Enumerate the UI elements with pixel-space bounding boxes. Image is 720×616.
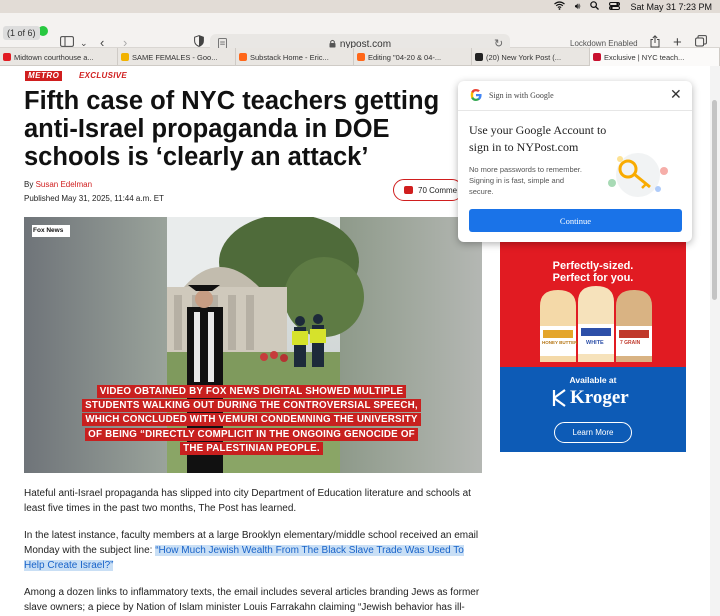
tab-favicon-icon	[3, 53, 11, 61]
section-tag[interactable]: METRO	[25, 71, 63, 81]
tab-label: Exclusive | NYC teach...	[604, 52, 685, 62]
byline-prefix: By	[24, 180, 36, 189]
menubar-datetime[interactable]: Sat May 31 7:23 PM	[630, 2, 712, 12]
article-headline: Fifth case of NYC teachers getting anti-…	[24, 87, 440, 171]
popup-heading: Use your Google Account to sign in to NY…	[469, 123, 607, 154]
kroger-icon	[552, 388, 568, 413]
tab-favicon-icon	[475, 53, 483, 61]
bread-label-grain: 7 GRAIN	[620, 340, 641, 346]
tab-label: SAME FEMALES - Goo...	[132, 52, 218, 62]
wifi-icon[interactable]	[553, 1, 565, 12]
comment-icon	[404, 186, 413, 194]
close-icon[interactable]: ✕	[670, 86, 682, 102]
article-paragraph-1: Hateful anti-Israel propaganda has slipp…	[24, 488, 471, 514]
tab-favicon-icon	[357, 53, 365, 61]
kroger-logo: Kroger	[552, 386, 634, 412]
video-caption: VIDEO OBTAINED BY FOX NEWS DIGITAL SHOWE…	[79, 385, 424, 456]
published-date: Published May 31, 2025, 11:44 a.m. ET	[24, 194, 164, 203]
google-signin-popup: Sign in with Google ✕ Use your Google Ac…	[458, 81, 692, 242]
continue-button[interactable]: Continue	[469, 209, 682, 232]
tab-exclusive-nyc[interactable]: Exclusive | NYC teach...	[590, 48, 720, 66]
ad-available: Available at	[569, 375, 617, 385]
google-logo-icon	[469, 88, 483, 107]
menu-bar: 🔊︎ Sat May 31 7:23 PM	[0, 0, 720, 13]
ad-learn-more-button[interactable]: Learn More	[554, 422, 632, 443]
kroger-ad[interactable]: Perfectly-sized. Perfect for you. HONEY …	[500, 230, 686, 452]
tab-ny-post-x[interactable]: (20) New York Post (...	[472, 48, 590, 66]
volume-icon[interactable]: 🔊︎	[575, 1, 581, 12]
popup-title: Sign in with Google	[489, 91, 554, 100]
tab-label: Substack Home - Eric...	[250, 52, 329, 62]
comments-count: 70 Comme	[418, 185, 458, 195]
comments-button[interactable]: 70 Comme	[393, 179, 463, 201]
tab-midtown[interactable]: Midtown courthouse a...	[0, 48, 118, 66]
popup-header: Sign in with Google ✕	[458, 81, 692, 111]
article-paragraph-2: In the latest instance, faculty members …	[24, 528, 484, 573]
browser-toolbar: ⌄ ‹ › nypost.com ↻ Lockdown Enabled + (1…	[0, 13, 720, 54]
scrollbar-thumb[interactable]	[712, 100, 717, 300]
article-video[interactable]: Fox News VIDEO OBTAINED BY FOX NEWS DIGI…	[24, 217, 482, 473]
article-paragraph-3: Among a dozen links to inflammatory text…	[24, 587, 480, 613]
tab-favicon-icon	[239, 53, 247, 61]
tab-label: Midtown courthouse a...	[14, 52, 94, 62]
video-caption-text: VIDEO OBTAINED BY FOX NEWS DIGITAL SHOWE…	[82, 385, 421, 455]
tab-label: Editing "04-20 & 04-...	[368, 52, 442, 62]
tab-label: (20) New York Post (...	[486, 52, 562, 62]
tab-counter: (1 of 6)	[3, 26, 40, 40]
key-illustration-icon	[600, 149, 676, 204]
popup-subtext: No more passwords to remember. Signing i…	[469, 165, 582, 196]
tab-editing[interactable]: Editing "04-20 & 04-...	[354, 48, 472, 66]
tab-substack[interactable]: Substack Home - Eric...	[236, 48, 354, 66]
byline: By Susan Edelman	[24, 180, 92, 189]
control-center-icon[interactable]	[609, 1, 621, 12]
bread-loaves-image	[540, 286, 652, 362]
lockdown-status: Lockdown Enabled	[570, 39, 638, 48]
tab-same-females[interactable]: SAME FEMALES - Goo...	[118, 48, 236, 66]
browser-screenshot: 🔊︎ Sat May 31 7:23 PM ⌄ ‹ › nypost.com ↻…	[0, 0, 720, 616]
tab-favicon-icon	[121, 53, 129, 61]
tab-strip: Midtown courthouse a... SAME FEMALES - G…	[0, 48, 720, 66]
kroger-wordmark: Kroger	[570, 387, 629, 408]
author-link[interactable]: Susan Edelman	[36, 180, 92, 189]
video-source-badge: Fox News	[33, 227, 64, 234]
bread-label-white: WHITE	[586, 340, 604, 346]
exclusive-tag: EXCLUSIVE	[79, 71, 128, 80]
bread-label-honey: HONEY BUTTER	[542, 340, 578, 345]
tab-favicon-icon	[593, 53, 601, 61]
search-icon[interactable]	[590, 1, 600, 12]
